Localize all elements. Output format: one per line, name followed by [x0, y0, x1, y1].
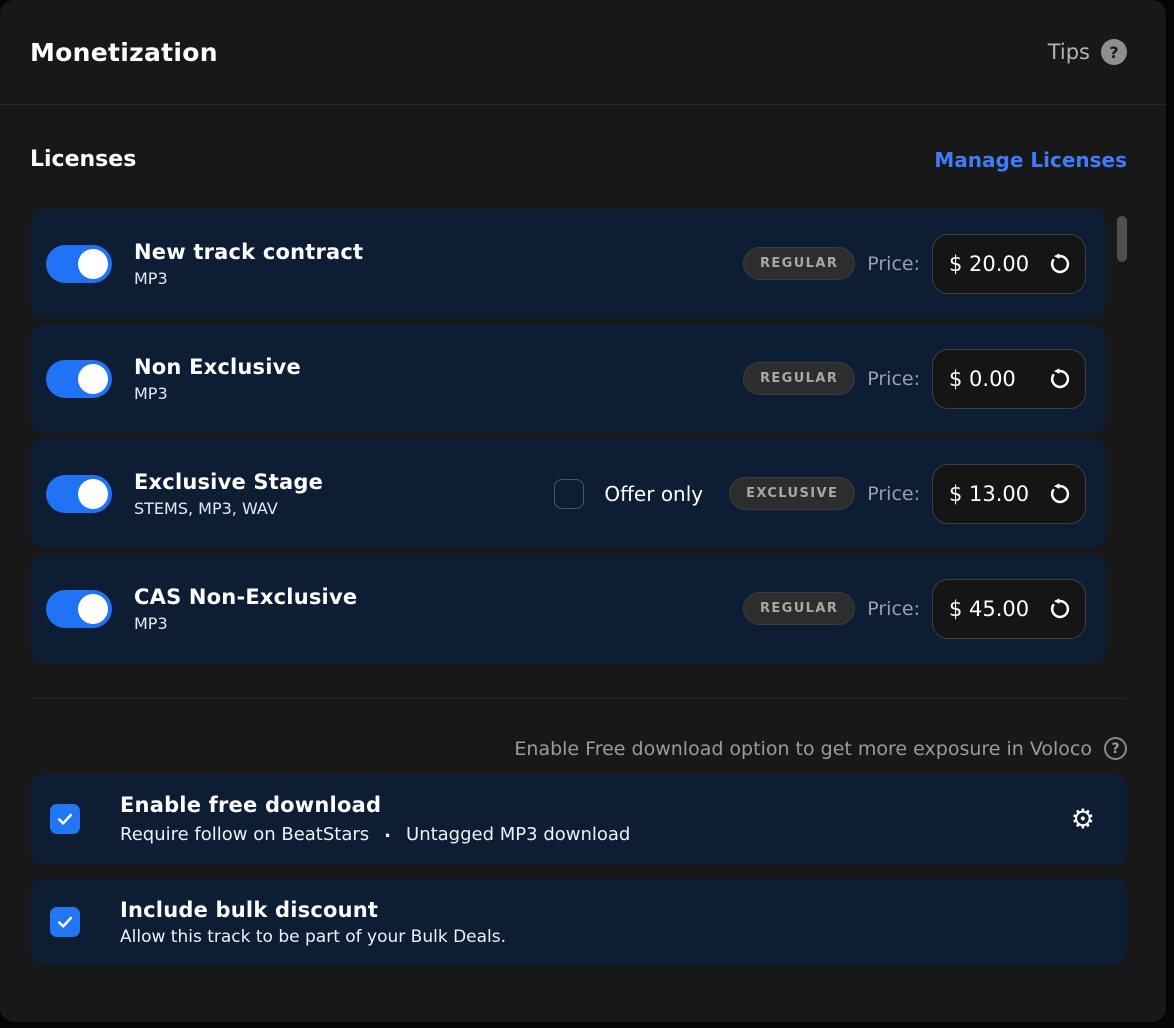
- monetization-panel: Monetization Tips ? Licenses Manage Lice…: [0, 0, 1166, 1022]
- free-download-title: Enable free download: [120, 793, 630, 817]
- license-card: Exclusive Stage STEMS, MP3, WAV Offer on…: [30, 439, 1106, 548]
- free-download-checkbox[interactable]: [50, 804, 80, 834]
- licenses-heading: Licenses: [30, 147, 136, 172]
- toggle-knob: [78, 364, 108, 394]
- voloco-help-icon[interactable]: ?: [1104, 737, 1127, 760]
- bulk-discount-subtitle: Allow this track to be part of your Bulk…: [120, 927, 506, 947]
- toggle-knob: [78, 479, 108, 509]
- price-label: Price:: [867, 598, 920, 620]
- free-download-subtitle-right: Untagged MP3 download: [406, 824, 630, 845]
- panel-header: Monetization Tips ?: [0, 0, 1166, 105]
- free-download-tip-text: Enable Free download option to get more …: [514, 738, 1092, 760]
- free-download-tip: Enable Free download option to get more …: [30, 737, 1127, 760]
- license-formats: STEMS, MP3, WAV: [134, 499, 323, 518]
- license-card: New track contract MP3 REGULAR Price: $ …: [30, 209, 1106, 318]
- bulk-discount-title: Include bulk discount: [120, 898, 506, 922]
- license-title: CAS Non-Exclusive: [134, 585, 357, 609]
- price-input[interactable]: $ 0.00: [932, 349, 1086, 409]
- tips-button[interactable]: Tips ?: [1048, 39, 1127, 65]
- scrollbar-thumb[interactable]: [1117, 216, 1127, 262]
- reset-price-icon[interactable]: [1046, 365, 1073, 392]
- free-download-subtitle-left: Require follow on BeatStars: [120, 824, 369, 845]
- price-input[interactable]: $ 45.00: [932, 579, 1086, 639]
- license-toggle[interactable]: [46, 360, 112, 398]
- bulk-discount-card: Include bulk discount Allow this track t…: [30, 879, 1127, 965]
- license-type-badge: EXCLUSIVE: [729, 477, 855, 510]
- license-type-badge: REGULAR: [743, 592, 855, 625]
- reset-price-icon[interactable]: [1046, 595, 1073, 622]
- free-download-settings-gear-icon[interactable]: ⚙: [1071, 806, 1095, 833]
- license-title: Non Exclusive: [134, 355, 301, 379]
- help-question-icon[interactable]: ?: [1101, 39, 1127, 65]
- price-value: $ 0.00: [949, 367, 1016, 391]
- page-title: Monetization: [30, 38, 218, 67]
- license-list: New track contract MP3 REGULAR Price: $ …: [30, 209, 1106, 663]
- reset-price-icon[interactable]: [1046, 480, 1073, 507]
- subtitle-separator: .: [384, 821, 391, 842]
- license-title: Exclusive Stage: [134, 470, 323, 494]
- license-card: CAS Non-Exclusive MP3 REGULAR Price: $ 4…: [30, 554, 1106, 663]
- license-toggle[interactable]: [46, 475, 112, 513]
- license-toggle[interactable]: [46, 245, 112, 283]
- price-input[interactable]: $ 20.00: [932, 234, 1086, 294]
- price-value: $ 13.00: [949, 482, 1029, 506]
- enable-free-download-card: Enable free download Require follow on B…: [30, 773, 1127, 865]
- manage-licenses-link[interactable]: Manage Licenses: [934, 148, 1127, 172]
- license-formats: MP3: [134, 269, 363, 288]
- offer-only-label: Offer only: [604, 482, 703, 506]
- offer-only-checkbox[interactable]: [554, 479, 584, 509]
- price-input[interactable]: $ 13.00: [932, 464, 1086, 524]
- price-label: Price:: [867, 483, 920, 505]
- checkmark-icon: [55, 809, 75, 829]
- price-value: $ 20.00: [949, 252, 1029, 276]
- section-divider: [30, 698, 1127, 699]
- price-value: $ 45.00: [949, 597, 1029, 621]
- checkmark-icon: [55, 912, 75, 932]
- license-formats: MP3: [134, 384, 301, 403]
- license-card: Non Exclusive MP3 REGULAR Price: $ 0.00: [30, 324, 1106, 433]
- toggle-knob: [78, 594, 108, 624]
- license-title: New track contract: [134, 240, 363, 264]
- tips-label: Tips: [1048, 40, 1090, 64]
- license-type-badge: REGULAR: [743, 362, 855, 395]
- licenses-section-header: Licenses Manage Licenses: [30, 147, 1127, 172]
- toggle-knob: [78, 249, 108, 279]
- license-type-badge: REGULAR: [743, 247, 855, 280]
- price-label: Price:: [867, 253, 920, 275]
- license-toggle[interactable]: [46, 590, 112, 628]
- panel-content: Licenses Manage Licenses New track contr…: [0, 147, 1166, 965]
- bulk-discount-checkbox[interactable]: [50, 907, 80, 937]
- price-label: Price:: [867, 368, 920, 390]
- license-formats: MP3: [134, 614, 357, 633]
- reset-price-icon[interactable]: [1046, 250, 1073, 277]
